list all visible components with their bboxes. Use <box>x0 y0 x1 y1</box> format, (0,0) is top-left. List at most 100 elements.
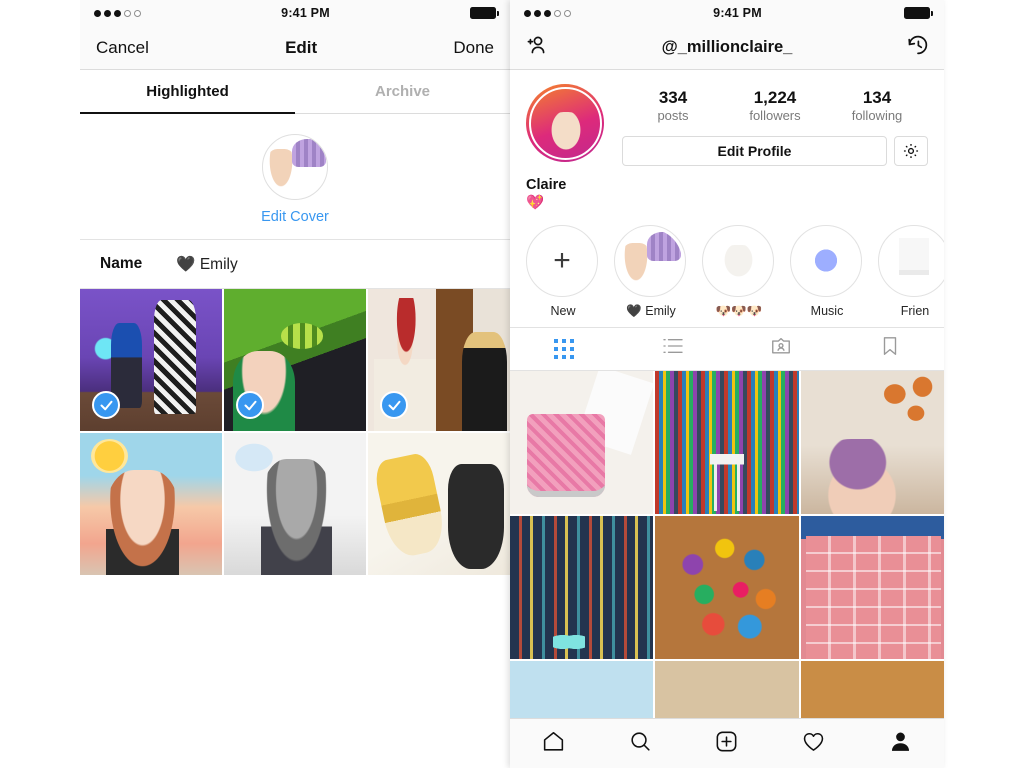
photo-thumbnail <box>655 370 799 514</box>
photo-cell[interactable] <box>224 289 366 431</box>
photo-thumbnail <box>800 515 944 660</box>
tab-highlighted[interactable]: Highlighted <box>80 70 295 114</box>
battery-icon <box>470 7 499 19</box>
photo-cell[interactable] <box>368 289 510 431</box>
highlight-segment-tabs: Highlighted Archive <box>80 70 510 114</box>
tab-tagged[interactable] <box>727 328 836 370</box>
following-count: 134 <box>862 88 892 107</box>
signal-strength-dots <box>524 9 571 17</box>
highlight-item[interactable]: 🖤 Emily <box>614 224 688 319</box>
signal-strength-dots <box>94 9 141 17</box>
name-input[interactable]: 🖤 Emily <box>176 255 238 274</box>
highlight-item[interactable]: 🐶🐶🐶 <box>702 224 776 319</box>
highlight-photo-grid <box>80 289 510 575</box>
nav-profile[interactable] <box>857 729 944 759</box>
profile-photo-grid <box>510 370 944 768</box>
photo-thumbnail <box>510 515 654 660</box>
tab-saved[interactable] <box>836 328 945 370</box>
bottom-navigation-bar <box>510 718 944 768</box>
highlight-cover-thumbnail[interactable] <box>262 134 328 200</box>
highlight-label: 🐶🐶🐶 <box>715 303 763 318</box>
plus-icon: + <box>553 243 571 277</box>
tab-grid[interactable] <box>510 328 619 370</box>
posts-count: 334 <box>658 88 688 107</box>
tab-list[interactable] <box>619 328 728 370</box>
tab-archive[interactable]: Archive <box>295 70 510 113</box>
selected-check-icon[interactable] <box>236 391 264 419</box>
photo-thumbnail <box>800 370 944 514</box>
gear-icon[interactable] <box>894 135 928 166</box>
highlight-label: New <box>550 303 576 318</box>
photo-thumbnail <box>368 433 510 575</box>
photo-cell[interactable] <box>368 433 510 575</box>
followers-label: followers <box>749 107 801 123</box>
story-archive-clock-icon[interactable] <box>906 33 930 62</box>
posts-label: posts <box>657 107 689 123</box>
grid-photo[interactable] <box>800 515 944 660</box>
story-highlights-row[interactable]: + New 🖤 Emily 🐶🐶🐶 Music Frien <box>510 222 944 327</box>
tagged-icon <box>770 335 792 362</box>
battery-icon <box>904 7 933 19</box>
profile-header: 334 posts 1,224 followers 134 following <box>510 70 944 166</box>
page-title: Edit <box>285 37 318 57</box>
nav-home[interactable] <box>510 729 597 759</box>
left-phone-panel: 9:41 PM Cancel Edit Done Highlighted Arc… <box>80 0 510 768</box>
highlight-item[interactable]: Frien <box>878 224 944 319</box>
highlight-item[interactable]: Music <box>790 224 864 319</box>
home-icon <box>541 729 566 759</box>
following-label: following <box>851 107 903 123</box>
photo-cell[interactable] <box>224 433 366 575</box>
stat-followers[interactable]: 1,224 followers <box>724 88 826 123</box>
grid-photo[interactable] <box>510 370 654 514</box>
profile-icon <box>888 729 913 759</box>
photo-thumbnail <box>224 433 366 575</box>
add-post-icon <box>714 729 739 759</box>
selected-check-icon[interactable] <box>92 391 120 419</box>
add-person-icon[interactable] <box>524 33 548 62</box>
edit-cover-button[interactable]: Edit Cover <box>80 209 510 225</box>
grid-icon <box>554 338 575 359</box>
nav-activity[interactable] <box>770 729 857 759</box>
highlight-label: Music <box>810 303 844 318</box>
nav-search[interactable] <box>597 729 684 759</box>
screenshot-stage: 9:41 PM Cancel Edit Done Highlighted Arc… <box>0 0 1024 768</box>
highlight-new[interactable]: + New <box>526 224 600 319</box>
name-field-label: Name <box>100 255 143 272</box>
nav-add-post[interactable] <box>684 729 771 759</box>
heart-icon <box>801 729 826 759</box>
profile-content-tabs <box>510 326 945 371</box>
stat-posts[interactable]: 334 posts <box>622 88 724 123</box>
edit-profile-button[interactable]: Edit Profile <box>622 135 887 166</box>
profile-bio: Claire 💖 <box>510 165 944 223</box>
photo-cell[interactable] <box>80 433 222 575</box>
done-button[interactable]: Done <box>453 38 494 58</box>
profile-navigation-bar: @_millionclaire_ <box>510 26 944 70</box>
grid-photo[interactable] <box>800 370 944 514</box>
photo-thumbnail <box>510 370 654 514</box>
cover-section: Edit Cover <box>80 114 510 239</box>
photo-thumbnail <box>655 515 799 660</box>
highlight-label: 🖤 Emily <box>626 303 676 318</box>
grid-photo[interactable] <box>655 370 799 514</box>
highlight-name-row[interactable]: Name 🖤 Emily <box>80 239 510 289</box>
avatar[interactable] <box>526 84 604 162</box>
profile-stats: 334 posts 1,224 followers 134 following <box>622 88 928 123</box>
grid-photo[interactable] <box>655 515 799 660</box>
followers-count: 1,224 <box>753 88 797 107</box>
edit-navigation-bar: Cancel Edit Done <box>80 26 510 70</box>
status-clock: 9:41 PM <box>713 6 762 20</box>
highlight-label: Frien <box>900 303 930 318</box>
right-status-bar: 9:41 PM <box>510 0 944 26</box>
search-icon <box>628 729 653 759</box>
cancel-button[interactable]: Cancel <box>96 38 149 58</box>
list-icon <box>662 337 684 360</box>
right-phone-panel: 9:41 PM @_millionclaire_ 334 posts 1,224… <box>510 0 944 768</box>
bio-text: 💖 <box>526 194 545 211</box>
photo-cell[interactable] <box>80 289 222 431</box>
profile-username: @_millionclaire_ <box>661 38 793 56</box>
stat-following[interactable]: 134 following <box>826 88 928 123</box>
display-name: Claire <box>526 176 567 193</box>
left-status-bar: 9:41 PM <box>80 0 510 26</box>
grid-photo[interactable] <box>510 515 654 660</box>
selected-check-icon[interactable] <box>380 391 408 419</box>
